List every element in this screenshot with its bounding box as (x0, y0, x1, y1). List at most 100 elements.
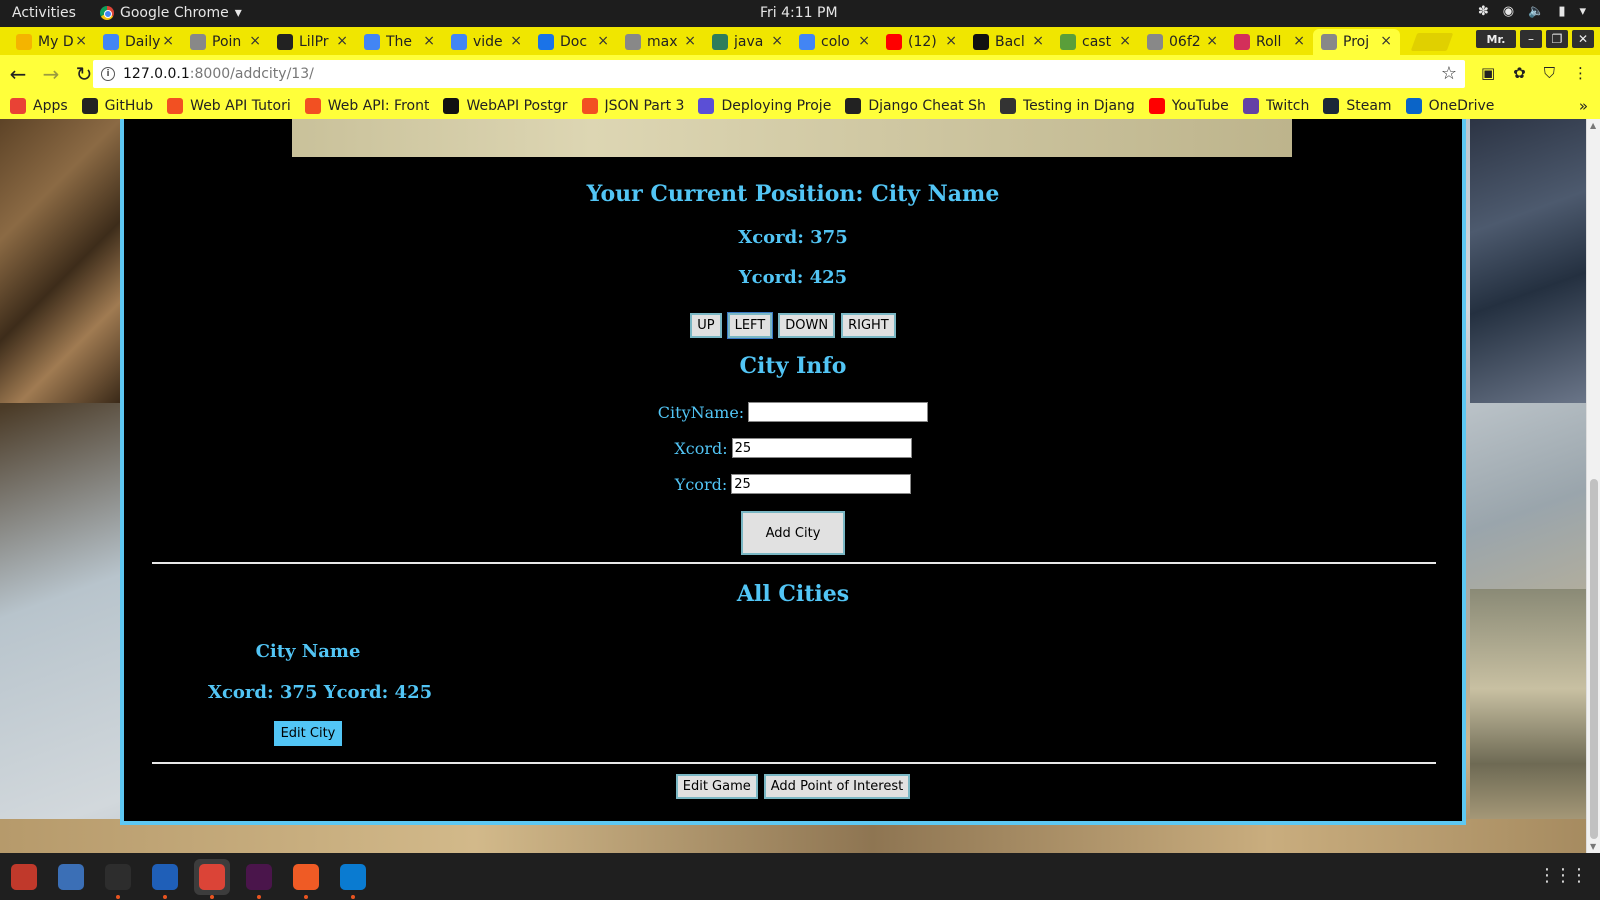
close-tab-icon[interactable]: × (162, 33, 174, 49)
bookmark-item[interactable]: GitHub (81, 98, 153, 114)
browser-tab[interactable]: Bacl × (965, 29, 1052, 55)
browser-tab[interactable]: Proj × (1313, 29, 1400, 55)
close-tab-icon[interactable]: × (1119, 33, 1131, 49)
browser-tab[interactable]: cast × (1052, 29, 1139, 55)
github-icon (845, 98, 862, 114)
tab-title: java (734, 34, 764, 50)
tab-title: Daily (125, 34, 161, 50)
system-tray[interactable]: ✽ ◉ 🔈 ▮ ▾ (1478, 4, 1586, 19)
bookmark-item[interactable]: YouTube (1148, 98, 1229, 114)
add-city-container: Add City (124, 511, 1462, 555)
x-coordinate-input[interactable] (731, 438, 912, 458)
browser-tab[interactable]: My D × (8, 29, 95, 55)
forward-button[interactable]: → (36, 59, 66, 89)
profile-button[interactable]: Mr. (1476, 30, 1516, 48)
bookmark-item[interactable]: Apps (10, 98, 68, 114)
browser-tab[interactable]: Doc × (530, 29, 617, 55)
close-tab-icon[interactable]: × (945, 33, 957, 49)
more-bookmarks-icon[interactable]: » (1579, 97, 1588, 115)
show-applications-icon[interactable]: ⋮⋮⋮ (1538, 865, 1588, 886)
system-menu-chevron-icon[interactable]: ▾ (1579, 4, 1586, 19)
browser-tab[interactable]: Roll × (1226, 29, 1313, 55)
close-window-icon[interactable]: ✕ (1572, 30, 1594, 48)
volume-icon[interactable]: 🔈 (1528, 4, 1544, 19)
scroll-up-icon[interactable]: ▲ (1590, 121, 1596, 130)
bookmark-item[interactable]: Django Cheat Sh (845, 98, 986, 114)
battery-icon[interactable]: ▮ (1558, 4, 1565, 19)
close-tab-icon[interactable]: × (249, 33, 261, 49)
dock-item[interactable] (147, 859, 183, 899)
move-up-button[interactable]: UP (690, 313, 722, 338)
bookmark-item[interactable]: OneDrive (1405, 98, 1494, 114)
close-tab-icon[interactable]: × (858, 33, 870, 49)
info-icon[interactable]: i (101, 67, 115, 81)
dock-item[interactable] (100, 859, 136, 899)
printer-extension-icon[interactable]: ▣ (1481, 64, 1495, 82)
browser-tab[interactable]: vide × (443, 29, 530, 55)
browser-tab[interactable]: 06f2 × (1139, 29, 1226, 55)
close-tab-icon[interactable]: × (336, 33, 348, 49)
adblock-extension-icon[interactable]: ✿ (1513, 64, 1526, 82)
browser-tab[interactable]: Daily × (95, 29, 182, 55)
url-path: :8000/addcity/13/ (189, 66, 314, 82)
dock-item[interactable] (288, 859, 324, 899)
bookmark-item[interactable]: Steam (1323, 98, 1392, 114)
move-right-button[interactable]: RIGHT (841, 313, 896, 338)
browser-tab[interactable]: max × (617, 29, 704, 55)
back-button[interactable]: ← (3, 59, 33, 89)
browser-tab[interactable]: java × (704, 29, 791, 55)
shield-extension-icon[interactable]: ⛉ (1544, 64, 1555, 82)
dock-item[interactable] (241, 859, 277, 899)
new-tab-button[interactable] (1410, 33, 1454, 51)
close-tab-icon[interactable]: × (684, 33, 696, 49)
move-down-button[interactable]: DOWN (778, 313, 836, 338)
close-tab-icon[interactable]: × (597, 33, 609, 49)
edit-game-button[interactable]: Edit Game (675, 774, 758, 799)
activities-button[interactable]: Activities (12, 5, 76, 21)
app-menu[interactable]: Google Chrome ▾ (100, 5, 242, 21)
close-tab-icon[interactable]: × (1032, 33, 1044, 49)
scroll-down-icon[interactable]: ▼ (1590, 842, 1596, 851)
y-coordinate-input[interactable] (731, 474, 912, 494)
bookmark-item[interactable]: Testing in Djang (999, 98, 1135, 114)
menu-kebab-icon[interactable]: ⋮ (1573, 64, 1588, 82)
dock-item[interactable] (194, 859, 230, 899)
bookmark-item[interactable]: Web API Tutori (167, 98, 291, 114)
browser-tab[interactable]: LilPr × (269, 29, 356, 55)
dock-item[interactable] (335, 859, 371, 899)
bookmark-item[interactable]: Twitch (1242, 98, 1309, 114)
bookmark-item[interactable]: JSON Part 3 (581, 98, 684, 114)
city-name-input[interactable] (748, 402, 929, 422)
browser-tab[interactable]: The × (356, 29, 443, 55)
clock[interactable]: Fri 4:11 PM (760, 5, 838, 21)
intellij-icon (152, 864, 178, 890)
close-tab-icon[interactable]: × (510, 33, 522, 49)
close-tab-icon[interactable]: × (1206, 33, 1218, 49)
restore-icon[interactable]: ❐ (1546, 30, 1568, 48)
bookmark-item[interactable]: Deploying Proje (698, 98, 831, 114)
bookmark-item[interactable]: Web API: Front (304, 98, 429, 114)
add-point-of-interest-button[interactable]: Add Point of Interest (763, 774, 911, 799)
close-tab-icon[interactable]: × (1293, 33, 1305, 49)
address-bar[interactable]: i 127.0.0.1:8000/addcity/13/ ☆ (93, 60, 1465, 88)
close-tab-icon[interactable]: × (423, 33, 435, 49)
browser-tab[interactable]: colo × (791, 29, 878, 55)
close-tab-icon[interactable]: × (75, 33, 87, 49)
bookmark-star-icon[interactable]: ☆ (1441, 63, 1457, 84)
edit-city-button[interactable]: Edit City (273, 721, 343, 746)
page-scrollbar[interactable]: ▲ ▼ (1586, 119, 1600, 853)
bookmark-item[interactable]: WebAPI Postgr (443, 98, 568, 114)
browser-tab[interactable]: Poin × (182, 29, 269, 55)
scrollbar-thumb[interactable] (1590, 479, 1598, 839)
move-left-button[interactable]: LEFT (726, 312, 774, 339)
close-tab-icon[interactable]: × (771, 33, 783, 49)
close-tab-icon[interactable]: × (1380, 33, 1392, 49)
minimize-icon[interactable]: – (1520, 30, 1542, 48)
browser-tab[interactable]: (12) × (878, 29, 965, 55)
wifi-icon[interactable]: ◉ (1503, 4, 1514, 19)
add-city-button[interactable]: Add City (741, 511, 845, 555)
dock-item[interactable] (53, 859, 89, 895)
slack-tray-icon[interactable]: ✽ (1478, 4, 1489, 19)
terminal-icon (105, 864, 131, 890)
dock-item[interactable] (6, 859, 42, 895)
